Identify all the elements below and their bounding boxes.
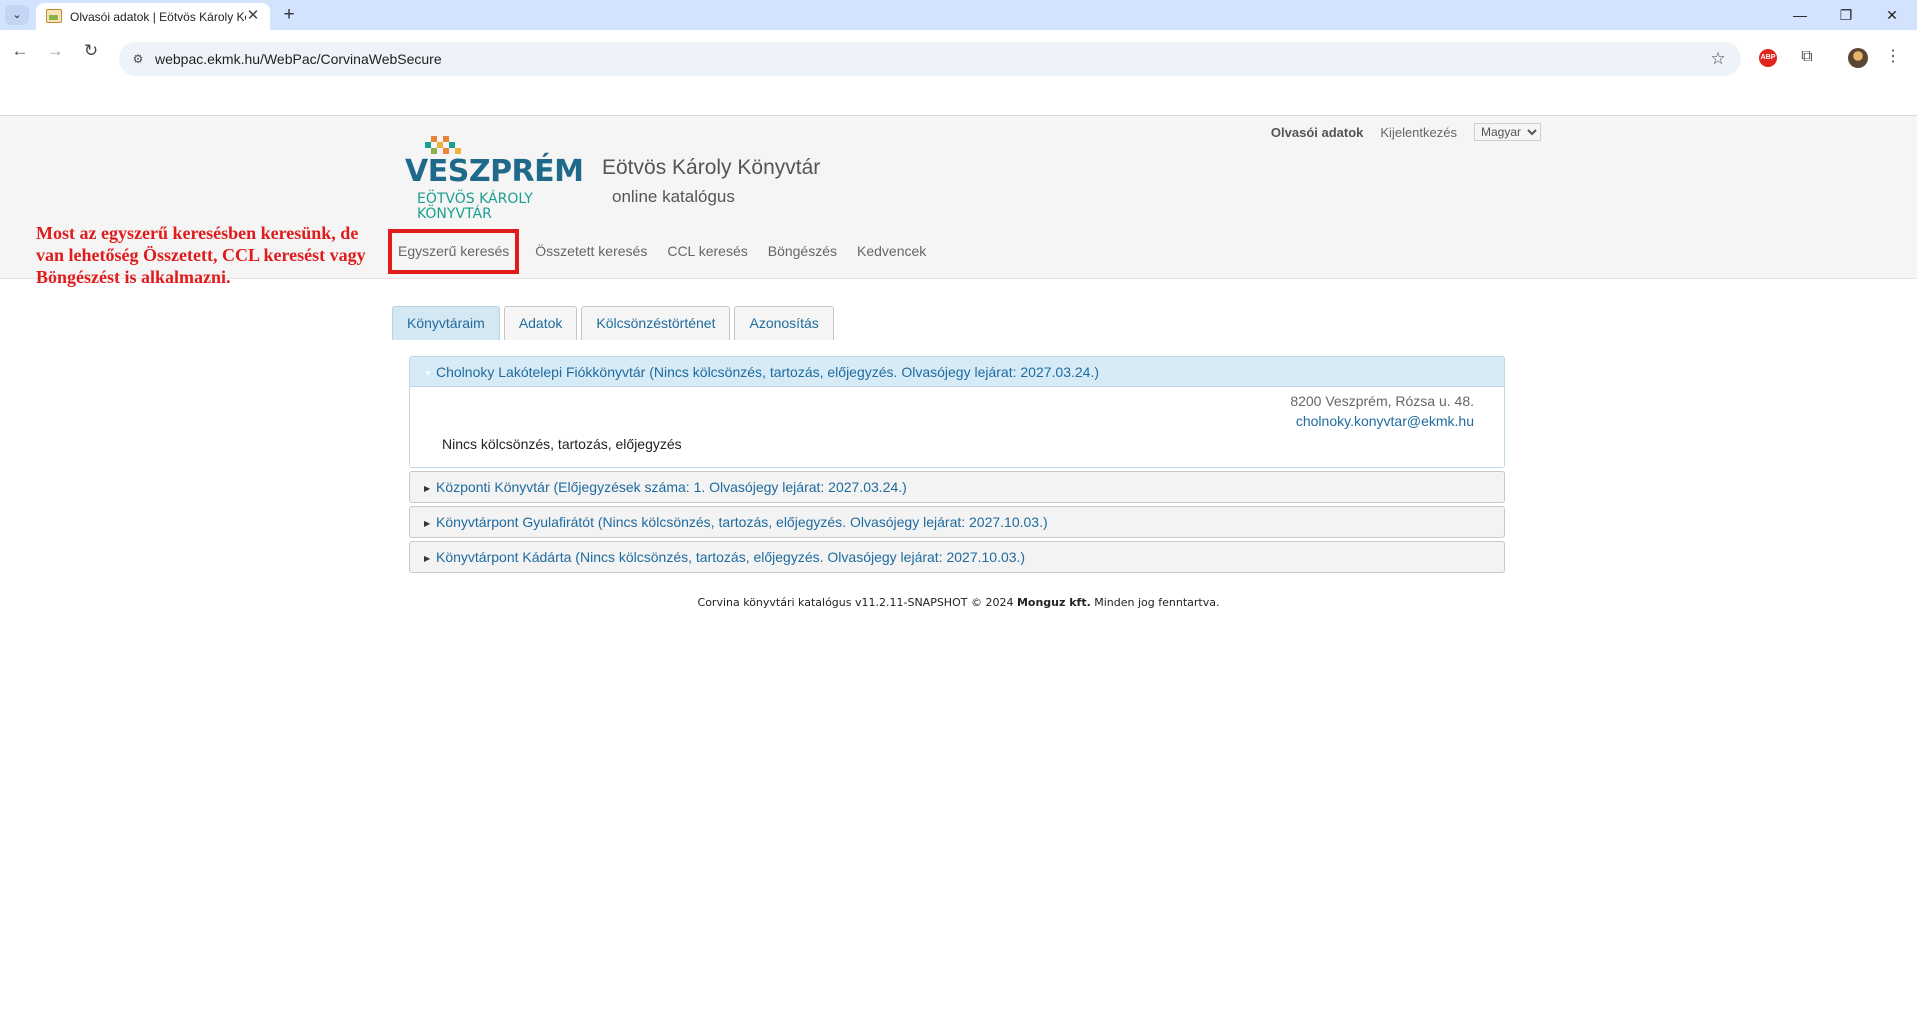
tab-data[interactable]: Adatok	[503, 306, 578, 340]
page-header: Olvasói adatok Kijelentkezés Magyar VESZ…	[0, 116, 1917, 287]
library-list: ▼ Cholnoky Lakótelepi Fiókkönyvtár (Nincs…	[409, 356, 1505, 576]
address-bar[interactable]: ⚙ webpac.ekmk.hu/WebPac/CorvinaWebSecure…	[119, 42, 1741, 76]
nav-browse[interactable]: Böngészés	[758, 229, 847, 274]
footer-text: Minden jog fenntartva.	[1090, 596, 1220, 609]
language-select[interactable]: Magyar	[1474, 123, 1541, 141]
library-panel: ▶ Könyvtárpont Gyulafirátót (Nincs kölcsö…	[409, 506, 1505, 538]
logo-main-text: VESZPRÉM	[405, 154, 584, 189]
nav-simple-search[interactable]: Egyszerű keresés	[388, 229, 520, 274]
footer-company-link[interactable]: Monguz kft.	[1017, 596, 1091, 609]
browser-tab[interactable]: Olvasói adatok | Eötvös Károly Könyvtár …	[36, 3, 270, 30]
tab-identification[interactable]: Azonosítás	[734, 306, 834, 340]
window-close-icon[interactable]: ✕	[1869, 0, 1915, 30]
tab-search-chevron-icon[interactable]: ⌄	[5, 5, 29, 25]
new-tab-button[interactable]: +	[278, 4, 300, 26]
caret-right-icon: ▶	[424, 519, 431, 528]
nav-advanced-search[interactable]: Összetett keresés	[525, 229, 657, 274]
minimize-icon[interactable]: —	[1777, 0, 1823, 30]
library-title: Cholnoky Lakótelepi Fiókkönyvtár (Nincs …	[436, 364, 1099, 380]
caret-down-icon: ▼	[424, 369, 432, 378]
restore-icon[interactable]: ❐	[1823, 0, 1869, 30]
site-subtitle: online katalógus	[612, 187, 735, 206]
library-address: 8200 Veszprém, Rózsa u. 48.	[1290, 393, 1474, 409]
nav-ccl-search[interactable]: CCL keresés	[657, 229, 757, 274]
library-panel: ▶ Központi Könyvtár (Előjegyzések száma: …	[409, 471, 1505, 503]
logo-checker-icon	[423, 136, 463, 156]
logo-sub-text: KÖNYVTÁR	[417, 206, 492, 222]
site-settings-icon[interactable]: ⚙	[129, 50, 147, 68]
tab-loan-history[interactable]: Kölcsönzéstörténet	[581, 306, 731, 340]
page-footer: Corvina könyvtári katalógus v11.2.11-SNA…	[0, 596, 1917, 609]
library-header[interactable]: ▼ Cholnoky Lakótelepi Fiókkönyvtár (Nincs…	[410, 357, 1504, 387]
forward-arrow-icon[interactable]: →	[43, 39, 67, 63]
loan-status-text: Nincs kölcsönzés, tartozás, előjegyzés	[442, 436, 682, 452]
tab-title: Olvasói adatok | Eötvös Károly Könyvtár	[70, 10, 246, 24]
nav-favorites[interactable]: Kedvencek	[847, 229, 936, 274]
adblock-extension-icon[interactable]: ABP	[1759, 49, 1777, 67]
reload-icon[interactable]: ↻	[79, 39, 103, 63]
library-title: Könyvtárpont Gyulafirátót (Nincs kölcsön…	[436, 514, 1048, 530]
library-details: 8200 Veszprém, Rózsa u. 48. cholnoky.kon…	[410, 387, 1504, 467]
library-title: Központi Könyvtár (Előjegyzések száma: 1…	[436, 479, 907, 495]
library-header[interactable]: ▶ Könyvtárpont Kádárta (Nincs kölcsönzés,…	[410, 542, 1504, 572]
footer-text: Corvina könyvtári katalógus v11.2.11-SNA…	[697, 596, 1017, 609]
library-header[interactable]: ▶ Központi Könyvtár (Előjegyzések száma: …	[410, 472, 1504, 502]
back-arrow-icon[interactable]: ←	[8, 39, 32, 63]
library-email-link[interactable]: cholnoky.konyvtar@ekmk.hu	[1290, 411, 1474, 431]
tab-my-libraries[interactable]: Könyvtáraim	[392, 306, 500, 340]
caret-right-icon: ▶	[424, 484, 431, 493]
logout-link[interactable]: Kijelentkezés	[1380, 125, 1457, 140]
library-header[interactable]: ▶ Könyvtárpont Gyulafirátót (Nincs kölcsö…	[410, 507, 1504, 537]
library-address-block: 8200 Veszprém, Rózsa u. 48. cholnoky.kon…	[1290, 391, 1474, 431]
browser-toolbar: ← → ↻ ⚙ webpac.ekmk.hu/WebPac/CorvinaWeb…	[0, 30, 1917, 86]
reader-data-link[interactable]: Olvasói adatok	[1271, 125, 1363, 140]
library-logo[interactable]: VESZPRÉM EÖTVÖS KÁROLY KÖNYVTÁR	[405, 136, 584, 222]
main-nav: Egyszerű keresés Összetett keresés CCL k…	[388, 229, 936, 274]
bookmark-star-icon[interactable]: ☆	[1707, 48, 1729, 70]
browser-menu-icon[interactable]: ⋮	[1883, 45, 1903, 69]
library-panel: ▶ Könyvtárpont Kádárta (Nincs kölcsönzés,…	[409, 541, 1505, 573]
tab-close-icon[interactable]: ✕	[244, 7, 262, 25]
browser-tabstrip: ⌄ Olvasói adatok | Eötvös Károly Könyvtá…	[0, 0, 1917, 30]
library-favicon-icon	[46, 9, 62, 23]
caret-right-icon: ▶	[424, 554, 431, 563]
library-title: Könyvtárpont Kádárta (Nincs kölcsönzés, …	[436, 549, 1026, 565]
url-text[interactable]: webpac.ekmk.hu/WebPac/CorvinaWebSecure	[155, 51, 442, 67]
account-tabs: Könyvtáraim Adatok Kölcsönzéstörténet Az…	[392, 306, 834, 340]
profile-avatar[interactable]	[1848, 48, 1868, 68]
site-title: Eötvös Károly Könyvtár	[602, 156, 821, 179]
annotation-text: Most az egyszerű keresésben keresünk, de…	[36, 223, 366, 287]
library-panel: ▼ Cholnoky Lakótelepi Fiókkönyvtár (Nincs…	[409, 356, 1505, 468]
top-links: Olvasói adatok Kijelentkezés Magyar	[1271, 122, 1541, 142]
logo-sub-text: EÖTVÖS KÁROLY	[417, 191, 533, 207]
extensions-puzzle-icon[interactable]: ⧉	[1795, 45, 1819, 69]
